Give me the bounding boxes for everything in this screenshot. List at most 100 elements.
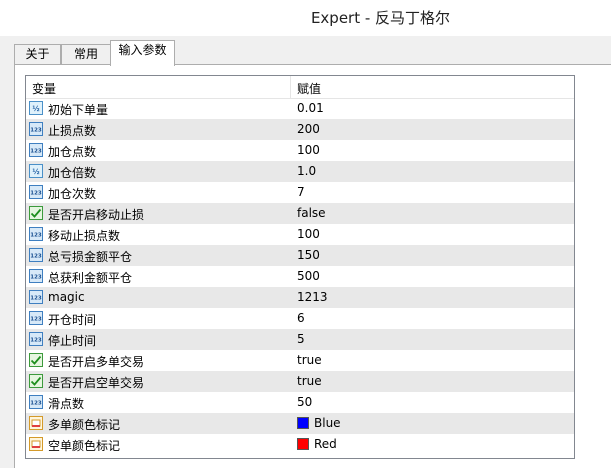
grid-header: 变量 赋值: [26, 76, 574, 99]
svg-text:123: 123: [30, 296, 42, 302]
parameter-row[interactable]: ½ 初始下单量 0.01: [26, 98, 574, 119]
parameter-row[interactable]: 123 总获利金额平仓 500: [26, 266, 574, 287]
tab-inputs[interactable]: 输入参数: [110, 40, 175, 66]
bool-icon: [29, 374, 43, 388]
color-icon: [29, 437, 43, 451]
parameter-row[interactable]: ½ 加仓倍数 1.0: [26, 161, 574, 182]
parameter-value-text: Blue: [314, 416, 341, 430]
parameter-name: 移动止损点数: [48, 229, 121, 243]
parameter-value[interactable]: 200: [297, 122, 320, 136]
parameter-value[interactable]: 0.01: [297, 101, 324, 115]
parameter-name: 多单颜色标记: [48, 418, 121, 432]
parameter-value-text: true: [297, 353, 322, 367]
integer-icon: 123: [29, 311, 43, 325]
parameter-name: magic: [48, 290, 85, 304]
svg-text:½: ½: [32, 105, 39, 113]
integer-icon: 123: [29, 395, 43, 409]
parameter-value-text: 500: [297, 269, 320, 283]
parameter-name: 加仓倍数: [48, 166, 97, 180]
parameter-name: 开仓时间: [48, 313, 97, 327]
parameter-value[interactable]: 150: [297, 248, 320, 262]
integer-icon: 123: [29, 143, 43, 157]
parameter-row[interactable]: 123 加仓点数 100: [26, 140, 574, 161]
bool-icon: [29, 206, 43, 220]
tab-about[interactable]: 关于: [14, 44, 61, 65]
title-bar: Expert - 反马丁格尔: [0, 0, 611, 36]
parameter-value[interactable]: Red: [297, 437, 337, 451]
parameter-value[interactable]: 6: [297, 311, 305, 325]
parameter-value-text: 200: [297, 122, 320, 136]
column-header-value[interactable]: 赋值: [297, 80, 321, 97]
parameter-value[interactable]: true: [297, 374, 322, 388]
parameter-name: 滑点数: [48, 397, 85, 411]
parameter-name: 是否开启空单交易: [48, 376, 145, 390]
parameter-value[interactable]: 100: [297, 227, 320, 241]
svg-text:½: ½: [32, 168, 39, 176]
parameter-value[interactable]: 5: [297, 332, 305, 346]
parameter-name: 加仓次数: [48, 187, 97, 201]
parameter-row[interactable]: 123 总亏损金额平仓 150: [26, 245, 574, 266]
parameter-name: 空单颜色标记: [48, 439, 121, 453]
parameter-value-text: 0.01: [297, 101, 324, 115]
parameter-name: 停止时间: [48, 334, 97, 348]
parameter-row[interactable]: 多单颜色标记 Blue: [26, 413, 574, 434]
column-header-variable[interactable]: 变量: [32, 80, 56, 97]
parameter-row[interactable]: 123 停止时间 5: [26, 329, 574, 350]
parameter-row[interactable]: 123 开仓时间 6: [26, 308, 574, 329]
parameter-name: 是否开启多单交易: [48, 355, 145, 369]
parameter-value[interactable]: 1213: [297, 290, 328, 304]
integer-icon: 123: [29, 227, 43, 241]
svg-text:123: 123: [30, 128, 42, 134]
color-swatch: [297, 417, 309, 429]
parameter-value[interactable]: 1.0: [297, 164, 316, 178]
double-icon: ½: [29, 101, 43, 115]
parameter-value[interactable]: Blue: [297, 416, 341, 430]
double-icon: ½: [29, 164, 43, 178]
parameters-grid: 变量 赋值 ½ 初始下单量 0.01 123 止损点数 200 123 加仓点数 100 ½ 加仓倍…: [25, 75, 575, 459]
parameter-row[interactable]: 123 滑点数 50: [26, 392, 574, 413]
svg-text:123: 123: [30, 233, 42, 239]
parameter-value-text: 5: [297, 332, 305, 346]
svg-text:123: 123: [30, 191, 42, 197]
tab-common[interactable]: 常用: [61, 44, 111, 65]
svg-text:123: 123: [30, 149, 42, 155]
parameter-name: 止损点数: [48, 124, 97, 138]
parameter-value[interactable]: false: [297, 206, 326, 220]
parameter-name: 加仓点数: [48, 145, 97, 159]
parameter-value-text: Red: [314, 437, 337, 451]
parameter-row[interactable]: 123 移动止损点数 100: [26, 224, 574, 245]
grid-rows: ½ 初始下单量 0.01 123 止损点数 200 123 加仓点数 100 ½ 加仓倍数 1.0 12…: [26, 98, 574, 455]
parameter-value[interactable]: 500: [297, 269, 320, 283]
svg-text:123: 123: [30, 254, 42, 260]
parameter-value[interactable]: true: [297, 353, 322, 367]
parameter-row[interactable]: 是否开启多单交易 true: [26, 350, 574, 371]
parameter-value-text: 50: [297, 395, 313, 409]
parameter-value-text: 150: [297, 248, 320, 262]
parameter-row[interactable]: 123 加仓次数 7: [26, 182, 574, 203]
expert-properties-dialog: 关于 常用 输入参数 变量 赋值 ½ 初始下单量 0.01 123 止损点数 200 123…: [0, 36, 611, 468]
parameter-row[interactable]: 是否开启移动止损 false: [26, 203, 574, 224]
parameter-value[interactable]: 100: [297, 143, 320, 157]
parameter-row[interactable]: 123 magic 1213: [26, 287, 574, 308]
svg-text:123: 123: [30, 401, 42, 407]
column-divider[interactable]: [290, 76, 291, 98]
parameter-row[interactable]: 空单颜色标记 Red: [26, 434, 574, 455]
parameter-value-text: false: [297, 206, 326, 220]
parameter-row[interactable]: 123 止损点数 200: [26, 119, 574, 140]
integer-icon: 123: [29, 185, 43, 199]
svg-text:123: 123: [30, 317, 42, 323]
integer-icon: 123: [29, 122, 43, 136]
parameter-name: 总亏损金额平仓: [48, 250, 133, 264]
parameter-name: 是否开启移动止损: [48, 208, 145, 222]
integer-icon: 123: [29, 248, 43, 262]
parameter-value[interactable]: 7: [297, 185, 305, 199]
parameter-value-text: true: [297, 374, 322, 388]
window-title: Expert - 反马丁格尔: [310, 9, 451, 27]
color-icon: [29, 416, 43, 430]
parameter-value[interactable]: 50: [297, 395, 312, 409]
parameter-value-text: 7: [297, 185, 305, 199]
parameter-name: 总获利金额平仓: [48, 271, 133, 285]
inputs-panel: 变量 赋值 ½ 初始下单量 0.01 123 止损点数 200 123 加仓点数 100 ½ 加仓倍…: [14, 64, 611, 468]
integer-icon: 123: [29, 269, 43, 283]
parameter-row[interactable]: 是否开启空单交易 true: [26, 371, 574, 392]
